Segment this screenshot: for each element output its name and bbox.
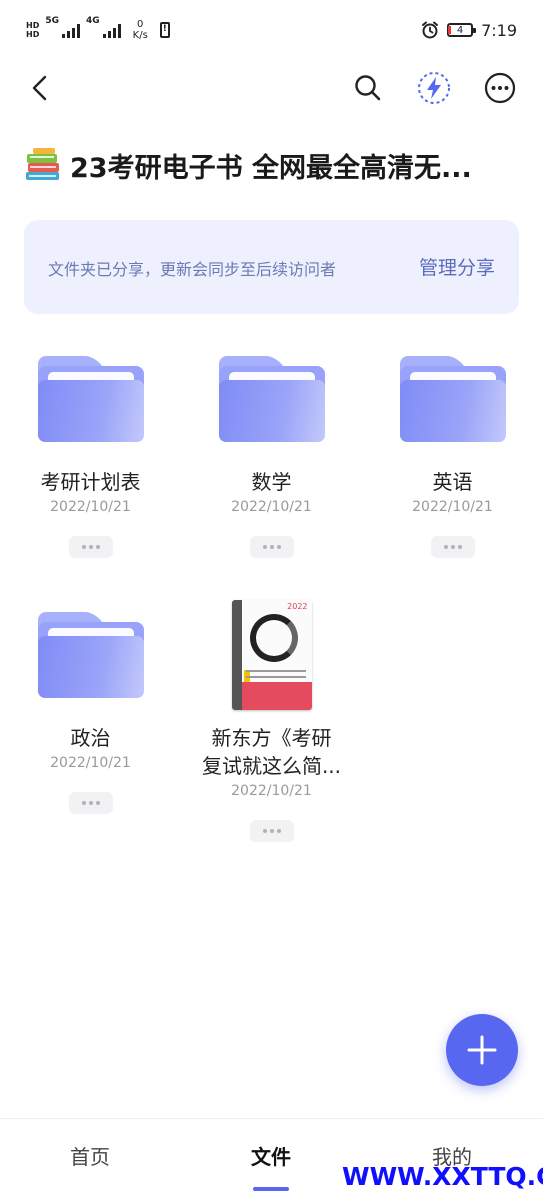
folder-icon (218, 356, 325, 442)
folder-item[interactable]: 政治 2022/10/21 (0, 612, 181, 814)
battery-level: 4 (456, 24, 464, 36)
more-button[interactable] (480, 68, 520, 108)
folder-date: 2022/10/21 (231, 499, 312, 515)
nav-tab-files[interactable]: 文件 (211, 1141, 331, 1170)
sim-indicator: HD HD (26, 21, 39, 39)
folder-name: 政治 (70, 726, 111, 750)
book-cover-thumbnail: 2022 (231, 600, 312, 710)
folder-icon (37, 612, 144, 698)
watermark: WWW.XXTTQ.COM (342, 1162, 543, 1191)
notification-icon: ! (159, 22, 170, 38)
more-icon (484, 72, 516, 104)
folder-title-row: 23考研电子书 全网最全高清无... (24, 140, 520, 190)
search-button[interactable] (348, 68, 388, 108)
books-icon (26, 148, 59, 180)
share-banner: 文件夹已分享，更新会同步至后续访问者 管理分享 (24, 220, 519, 314)
sim-bottom-label: HD (26, 30, 40, 39)
sim-top-label: HD (26, 21, 40, 30)
folder-icon (37, 356, 144, 442)
share-message: 文件夹已分享，更新会同步至后续访问者 (48, 260, 337, 279)
lightning-icon (418, 72, 450, 104)
network-label-1: 5G (45, 16, 59, 26)
folder-name: 英语 (432, 470, 473, 494)
item-more-button[interactable] (68, 792, 113, 814)
search-icon (355, 75, 381, 101)
folder-item[interactable]: 数学 2022/10/21 (181, 356, 362, 558)
folder-name: 数学 (251, 470, 292, 494)
item-more-button[interactable] (430, 536, 475, 558)
signal-icon (62, 22, 80, 38)
plus-icon (467, 1035, 497, 1065)
signal-icon-2 (102, 22, 121, 38)
item-more-button[interactable] (249, 820, 294, 842)
screen: HD HD 5G 4G 0 K/s ! 4 7:19 23考研电子书 全网最全高… (0, 0, 543, 1200)
back-button[interactable] (20, 68, 60, 108)
speed-unit: K/s (132, 30, 148, 41)
file-name-line-1: 新东方《考研 (211, 726, 332, 750)
status-left: HD HD 5G 4G 0 K/s ! (26, 16, 170, 44)
cover-year: 2022 (287, 602, 308, 611)
page-title: 23考研电子书 全网最全高清无... (70, 152, 472, 184)
folder-date: 2022/10/21 (50, 755, 131, 771)
item-more-button[interactable] (68, 536, 113, 558)
folder-date: 2022/10/21 (412, 499, 493, 515)
status-bar: HD HD 5G 4G 0 K/s ! 4 7:19 (0, 0, 543, 60)
status-right: 4 7:19 (421, 18, 517, 42)
alarm-icon (422, 21, 439, 39)
top-bar (0, 60, 543, 116)
folder-date: 2022/10/21 (50, 499, 131, 515)
active-tab-indicator (253, 1187, 289, 1191)
network-speed: 0 K/s (133, 19, 148, 41)
clock: 7:19 (481, 20, 517, 40)
speed-boost-button[interactable] (414, 68, 454, 108)
folder-name: 考研计划表 (40, 470, 141, 494)
manage-share-button[interactable]: 管理分享 (419, 253, 495, 280)
battery-icon: 4 (447, 23, 477, 37)
file-name-line-2: 复试就这么简... (201, 754, 342, 778)
speed-value: 0 (137, 19, 144, 30)
network-label-2: 4G (86, 16, 100, 26)
add-button[interactable] (446, 1014, 518, 1086)
folder-item[interactable]: 英语 2022/10/21 (362, 356, 543, 558)
file-item[interactable]: 2022 新东方《考研 复试就这么简... 2022/10/21 (181, 600, 362, 842)
folder-icon (399, 356, 506, 442)
folder-item[interactable]: 考研计划表 2022/10/21 (0, 356, 181, 558)
file-date: 2022/10/21 (231, 783, 312, 799)
item-more-button[interactable] (249, 536, 294, 558)
file-name: 新东方《考研 复试就这么简... (181, 724, 362, 780)
nav-tab-home[interactable]: 首页 (30, 1141, 150, 1170)
back-arrow-icon (32, 75, 47, 101)
